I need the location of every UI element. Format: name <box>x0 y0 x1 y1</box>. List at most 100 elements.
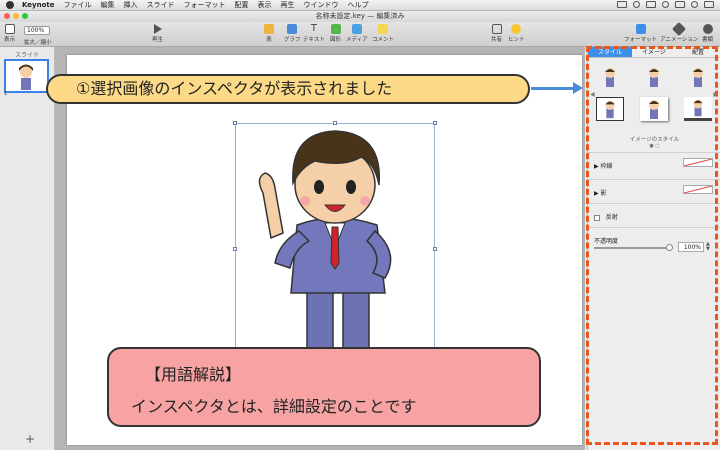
tab-arrange[interactable]: 配置 <box>676 47 720 57</box>
opacity-value-field[interactable]: 100% <box>678 242 704 252</box>
share-icon <box>491 24 502 34</box>
menu-insert[interactable]: 挿入 <box>124 0 138 10</box>
play-icon <box>153 24 162 34</box>
style-swatch[interactable] <box>684 65 712 89</box>
list-icon[interactable] <box>704 1 714 8</box>
menu-play[interactable]: 再生 <box>281 0 295 10</box>
reflection-label: 反射 <box>605 214 618 221</box>
navigator-header: スライド <box>14 52 39 59</box>
text-icon: T <box>310 23 317 34</box>
gear-icon <box>702 24 713 34</box>
character-thumbnail-icon <box>649 68 659 87</box>
border-color-well[interactable] <box>683 158 713 167</box>
chevron-right-icon[interactable]: ▶ <box>713 91 718 98</box>
resize-handle[interactable] <box>433 247 437 251</box>
style-swatch[interactable] <box>640 65 668 89</box>
opacity-section: 不透明度 100% ▲ ▼ <box>588 227 720 267</box>
reflection-section: 反射 <box>588 203 720 229</box>
animation-button[interactable]: アニメーション <box>660 21 698 43</box>
character-thumbnail-icon <box>693 68 703 87</box>
chart-button[interactable]: グラフ <box>284 24 301 43</box>
page-dots[interactable]: ● ○ <box>588 143 720 149</box>
wifi-icon[interactable] <box>662 1 669 8</box>
minimize-window-icon[interactable] <box>13 13 19 19</box>
callout-inspector-shown: ①選択画像のインスペクタが表示されました <box>46 74 530 104</box>
bluetooth-icon[interactable] <box>646 1 656 8</box>
text-button[interactable]: T テキスト <box>303 23 325 44</box>
table-icon <box>264 24 274 34</box>
tips-button[interactable]: ヒント <box>508 24 525 43</box>
menu-window[interactable]: ウインドウ <box>304 0 339 10</box>
menu-format[interactable]: フォーマット <box>184 0 226 10</box>
view-button[interactable]: 表示 <box>4 24 15 43</box>
resize-handle[interactable] <box>433 121 437 125</box>
window-titlebar: 名称未設定.key — 編集済み <box>0 11 720 22</box>
screen-icon[interactable] <box>617 1 627 8</box>
callout-term-explanation: 【用語解説】 インスペクタとは、詳細設定のことです <box>107 347 541 427</box>
border-section[interactable]: ▶ 枠線 <box>588 152 720 178</box>
callout-arrow <box>531 87 575 90</box>
chart-icon <box>287 24 298 34</box>
play-button[interactable]: 再生 <box>152 24 163 43</box>
resize-handle[interactable] <box>333 121 337 125</box>
menu-help[interactable]: ヘルプ <box>348 0 369 10</box>
media-button[interactable]: メディア <box>346 24 368 43</box>
style-swatch[interactable] <box>596 65 624 89</box>
opacity-slider-knob[interactable] <box>666 244 673 251</box>
menu-arrange[interactable]: 配置 <box>235 0 249 10</box>
shadow-section[interactable]: ▶ 影 <box>588 179 720 205</box>
menu-slide[interactable]: スライド <box>147 0 175 10</box>
menu-view[interactable]: 表示 <box>258 0 272 10</box>
shape-button[interactable]: 図形 <box>330 24 341 43</box>
shadow-color-well[interactable] <box>683 185 713 194</box>
term-definition: インスペクタとは、詳細設定のことです <box>131 397 417 416</box>
window-title: 名称未設定.key — 編集済み <box>315 12 405 20</box>
slide-number: 1 <box>4 91 8 97</box>
resize-handle[interactable] <box>233 247 237 251</box>
media-icon <box>351 24 362 34</box>
paintbrush-icon <box>635 24 646 34</box>
share-button[interactable]: 共有 <box>491 24 502 43</box>
slide-navigator: スライド 1 + <box>0 47 55 450</box>
style-swatch[interactable] <box>684 97 712 121</box>
no-color-slash-icon <box>683 158 713 167</box>
menu-app-name[interactable]: Keynote <box>22 1 55 9</box>
resize-handle[interactable] <box>233 121 237 125</box>
opacity-slider-track[interactable] <box>594 247 670 249</box>
term-heading: 【用語解説】 <box>145 365 242 384</box>
add-slide-button[interactable]: + <box>25 432 35 446</box>
character-thumbnail-icon <box>693 99 703 117</box>
tab-image[interactable]: イメージ <box>632 47 676 57</box>
menu-bar: Keynote ファイル 編集 挿入 スライド フォーマット 配置 表示 再生 … <box>0 0 720 11</box>
zoom-window-icon[interactable] <box>22 13 28 19</box>
tab-style[interactable]: スタイル <box>588 47 632 57</box>
chevron-left-icon[interactable]: ◀ <box>590 91 595 98</box>
no-color-slash-icon <box>683 185 713 194</box>
tips-icon <box>511 24 522 34</box>
character-thumbnail-icon <box>649 100 659 119</box>
menu-file[interactable]: ファイル <box>64 0 92 10</box>
battery-icon[interactable] <box>675 1 685 8</box>
thumbnail-character-image <box>19 64 33 90</box>
table-button[interactable]: 表 <box>264 24 274 43</box>
image-style-caption: イメージのスタイル <box>629 137 680 143</box>
format-button[interactable]: フォーマット <box>624 24 657 43</box>
apple-icon[interactable] <box>6 1 14 9</box>
style-swatch[interactable] <box>640 97 668 121</box>
menu-edit[interactable]: 編集 <box>101 0 115 10</box>
arrowhead-icon <box>573 82 583 94</box>
comment-button[interactable]: コメント <box>372 24 394 43</box>
format-inspector: スタイル イメージ 配置 ◀ ▶ イメージのスタイル ● ○ ▶ 枠線 ▶ 影 … <box>587 47 720 450</box>
close-window-icon[interactable] <box>4 13 10 19</box>
zoom-select[interactable]: 100% <box>24 26 50 35</box>
clock-icon[interactable] <box>633 1 640 8</box>
shape-icon <box>330 24 341 34</box>
search-icon[interactable] <box>691 1 698 8</box>
reflection-checkbox[interactable] <box>594 214 600 221</box>
document-button[interactable]: 書類 <box>702 24 713 43</box>
selection-frame <box>233 121 437 373</box>
opacity-stepper[interactable]: ▲ ▼ <box>706 242 710 252</box>
border-label: 枠線 <box>600 163 613 170</box>
style-swatch[interactable] <box>596 97 624 121</box>
slide-thumbnail[interactable] <box>4 59 49 93</box>
